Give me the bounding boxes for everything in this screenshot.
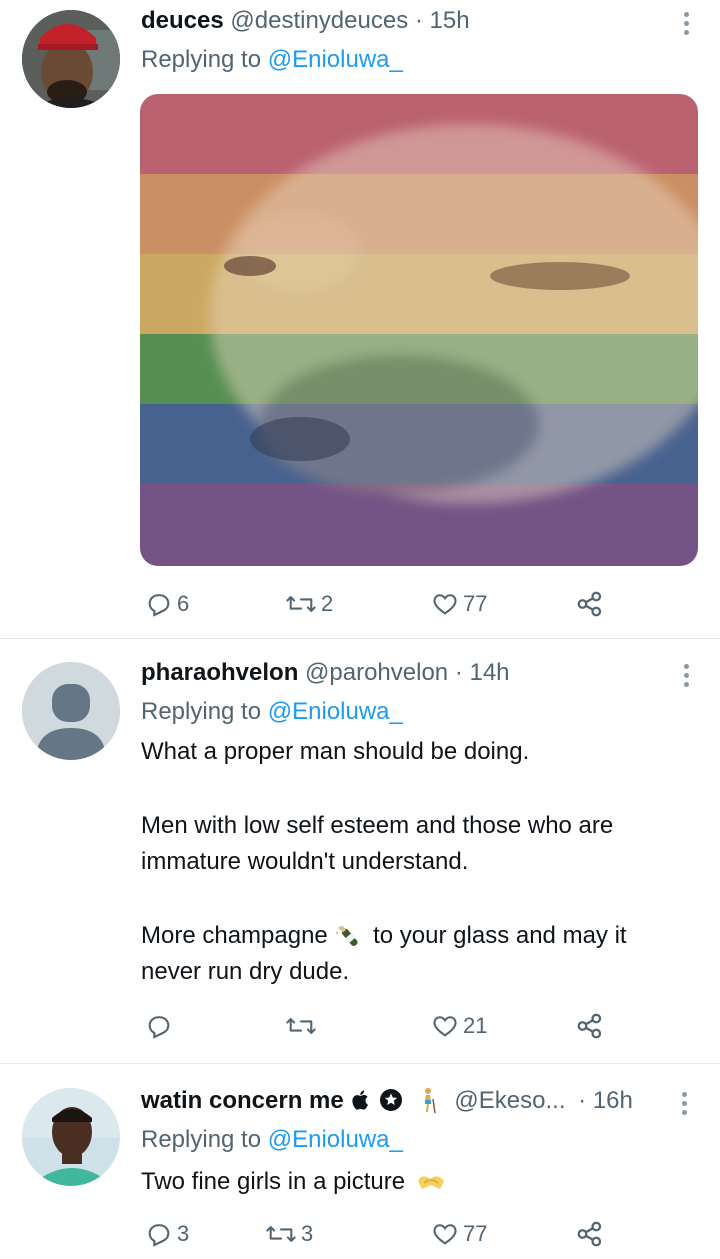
tweet-text-line: What a proper man should be doing. bbox=[141, 738, 530, 765]
reply-button[interactable]: 6 bbox=[145, 586, 189, 622]
tweet-text-line: to your glass and may it bbox=[373, 922, 627, 949]
display-name[interactable]: pharaohvelon bbox=[141, 659, 298, 686]
display-name[interactable]: deuces bbox=[141, 7, 224, 34]
person-walking-cane-icon bbox=[424, 1087, 436, 1113]
tweet-text-line: never run dry dude. bbox=[141, 958, 350, 985]
tweet[interactable]: deuces @destinydeuces · 15h Replying to … bbox=[0, 0, 720, 640]
reply-count: 3 bbox=[177, 1221, 190, 1246]
champagne-emoji-icon bbox=[336, 924, 358, 946]
timestamp[interactable]: · 15h bbox=[415, 7, 470, 34]
like-count: 77 bbox=[463, 1221, 488, 1246]
like-button[interactable]: 77 bbox=[431, 586, 487, 622]
replying-to-handle[interactable]: @Enioluwa_ bbox=[268, 46, 403, 73]
more-options-icon[interactable] bbox=[680, 1092, 688, 1119]
star-badge-icon bbox=[380, 1088, 403, 1111]
replying-to-handle[interactable]: @Enioluwa_ bbox=[268, 698, 403, 725]
replying-to-label: Replying to bbox=[141, 698, 262, 725]
retweet-count: 3 bbox=[301, 1221, 314, 1246]
share-icon bbox=[577, 1221, 602, 1247]
reply-button[interactable]: 3 bbox=[145, 1216, 189, 1252]
retweet-button[interactable] bbox=[285, 1008, 321, 1044]
avatar-photo bbox=[22, 10, 120, 108]
tweet-header: watin concern me @Ekeso... · 16h bbox=[141, 1086, 633, 1117]
share-icon bbox=[577, 1013, 602, 1039]
rainbow-flag-dog-image bbox=[140, 94, 698, 566]
like-button[interactable]: 21 bbox=[431, 1008, 487, 1044]
tweet-text-line: More champagne bbox=[141, 922, 328, 949]
retweet-button[interactable]: 3 bbox=[265, 1216, 313, 1252]
tweet-image[interactable] bbox=[140, 94, 698, 566]
tweet-text-line: Men with low self esteem and those who a… bbox=[141, 812, 614, 839]
retweet-icon bbox=[286, 596, 316, 612]
reply-icon bbox=[148, 1224, 170, 1247]
tweet-text-line: Two fine girls in a picture bbox=[141, 1168, 406, 1195]
default-avatar-icon bbox=[22, 662, 120, 760]
like-button[interactable]: 77 bbox=[431, 1216, 487, 1252]
avatar[interactable] bbox=[22, 662, 120, 760]
like-count: 21 bbox=[463, 1013, 488, 1038]
heart-hands-emoji-icon bbox=[417, 1176, 444, 1189]
avatar-photo bbox=[22, 1088, 120, 1186]
tweet-text: Two fine girls in a picture bbox=[141, 1164, 701, 1200]
reply-icon bbox=[148, 1016, 170, 1039]
replying-to: Replying to @Enioluwa_ bbox=[141, 45, 403, 75]
heart-icon bbox=[433, 1224, 457, 1245]
timestamp[interactable]: · 16h bbox=[578, 1087, 633, 1114]
tweet-actions: 21 bbox=[141, 1008, 621, 1044]
tweet[interactable]: pharaohvelon @parohvelon · 14h Replying … bbox=[0, 640, 720, 1064]
more-options-icon[interactable] bbox=[682, 664, 690, 691]
avatar[interactable] bbox=[22, 1088, 120, 1186]
user-handle[interactable]: @parohvelon bbox=[305, 659, 448, 686]
share-button[interactable] bbox=[575, 1008, 605, 1044]
heart-icon bbox=[433, 1016, 457, 1037]
retweet-count: 2 bbox=[321, 591, 334, 616]
avatar[interactable] bbox=[22, 10, 120, 108]
share-button[interactable] bbox=[575, 586, 605, 622]
retweet-button[interactable]: 2 bbox=[285, 586, 333, 622]
replying-to-label: Replying to bbox=[141, 1126, 262, 1153]
reply-icon bbox=[148, 594, 170, 617]
like-count: 77 bbox=[463, 591, 488, 616]
user-handle[interactable]: @destinydeuces bbox=[230, 7, 408, 34]
display-name[interactable]: watin concern me bbox=[141, 1087, 344, 1114]
reply-count: 6 bbox=[177, 591, 190, 616]
tweet[interactable]: watin concern me @Ekeso... · 16h Replyin… bbox=[0, 1064, 720, 1259]
share-button[interactable] bbox=[575, 1216, 605, 1252]
heart-icon bbox=[433, 594, 457, 615]
replying-to-handle[interactable]: @Enioluwa_ bbox=[268, 1126, 403, 1153]
tweet-header: pharaohvelon @parohvelon · 14h bbox=[141, 658, 510, 688]
replying-to-label: Replying to bbox=[141, 46, 262, 73]
tweet-actions: 6 2 77 bbox=[141, 586, 621, 622]
tweet-text: What a proper man should be doing. Men w… bbox=[141, 734, 701, 990]
more-options-icon[interactable] bbox=[682, 12, 690, 39]
tweet-text-line: immature wouldn't understand. bbox=[141, 848, 469, 875]
apple-logo-icon bbox=[352, 1090, 369, 1110]
tweet-header: deuces @destinydeuces · 15h bbox=[141, 6, 470, 36]
user-handle[interactable]: @Ekeso... bbox=[454, 1087, 565, 1114]
reply-button[interactable] bbox=[145, 1008, 177, 1044]
replying-to: Replying to @Enioluwa_ bbox=[141, 1125, 403, 1155]
timestamp[interactable]: · 14h bbox=[455, 659, 510, 686]
retweet-icon bbox=[266, 1226, 296, 1242]
replying-to: Replying to @Enioluwa_ bbox=[141, 697, 403, 727]
share-icon bbox=[577, 591, 602, 617]
retweet-icon bbox=[286, 1018, 316, 1034]
tweet-actions: 3 3 77 bbox=[141, 1216, 621, 1252]
tweet-divider bbox=[0, 638, 720, 639]
